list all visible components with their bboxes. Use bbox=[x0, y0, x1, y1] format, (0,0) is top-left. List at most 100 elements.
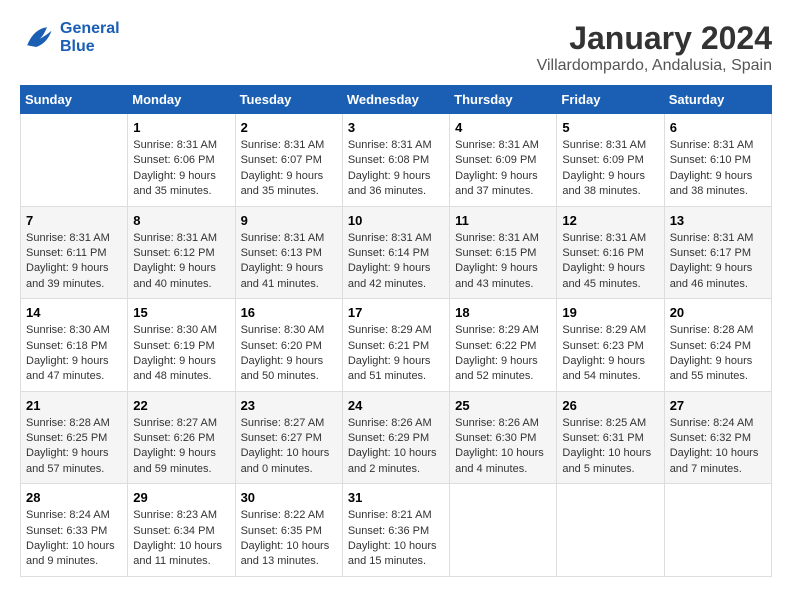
day-number: 4 bbox=[455, 120, 551, 135]
day-number: 2 bbox=[241, 120, 337, 135]
calendar-cell: 26 Sunrise: 8:25 AMSunset: 6:31 PMDaylig… bbox=[557, 391, 664, 484]
day-info: Sunrise: 8:30 AMSunset: 6:19 PMDaylight:… bbox=[133, 323, 229, 385]
day-info: Sunrise: 8:31 AMSunset: 6:14 PMDaylight:… bbox=[348, 231, 444, 293]
calendar-week-row: 7 Sunrise: 8:31 AMSunset: 6:11 PMDayligh… bbox=[21, 206, 772, 299]
weekday-header: Friday bbox=[557, 86, 664, 114]
calendar-cell: 30 Sunrise: 8:22 AMSunset: 6:35 PMDaylig… bbox=[235, 484, 342, 577]
day-number: 7 bbox=[26, 213, 122, 228]
calendar-week-row: 28 Sunrise: 8:24 AMSunset: 6:33 PMDaylig… bbox=[21, 484, 772, 577]
day-info: Sunrise: 8:31 AMSunset: 6:13 PMDaylight:… bbox=[241, 231, 337, 293]
day-info: Sunrise: 8:27 AMSunset: 6:26 PMDaylight:… bbox=[133, 416, 229, 478]
weekday-header: Tuesday bbox=[235, 86, 342, 114]
weekday-header: Monday bbox=[128, 86, 235, 114]
day-info: Sunrise: 8:29 AMSunset: 6:23 PMDaylight:… bbox=[562, 323, 658, 385]
day-number: 11 bbox=[455, 213, 551, 228]
day-number: 26 bbox=[562, 398, 658, 413]
calendar-cell: 5 Sunrise: 8:31 AMSunset: 6:09 PMDayligh… bbox=[557, 114, 664, 207]
calendar-week-row: 14 Sunrise: 8:30 AMSunset: 6:18 PMDaylig… bbox=[21, 299, 772, 392]
calendar-cell: 24 Sunrise: 8:26 AMSunset: 6:29 PMDaylig… bbox=[342, 391, 449, 484]
logo: General Blue bbox=[20, 20, 120, 56]
weekday-header-row: SundayMondayTuesdayWednesdayThursdayFrid… bbox=[21, 86, 772, 114]
calendar-cell bbox=[21, 114, 128, 207]
day-info: Sunrise: 8:31 AMSunset: 6:12 PMDaylight:… bbox=[133, 231, 229, 293]
calendar-cell: 6 Sunrise: 8:31 AMSunset: 6:10 PMDayligh… bbox=[664, 114, 771, 207]
day-info: Sunrise: 8:31 AMSunset: 6:09 PMDaylight:… bbox=[455, 138, 551, 200]
day-info: Sunrise: 8:31 AMSunset: 6:08 PMDaylight:… bbox=[348, 138, 444, 200]
calendar-cell: 21 Sunrise: 8:28 AMSunset: 6:25 PMDaylig… bbox=[21, 391, 128, 484]
day-number: 12 bbox=[562, 213, 658, 228]
page-header: General Blue January 2024 Villardompardo… bbox=[20, 20, 772, 75]
calendar-cell: 31 Sunrise: 8:21 AMSunset: 6:36 PMDaylig… bbox=[342, 484, 449, 577]
calendar-cell: 25 Sunrise: 8:26 AMSunset: 6:30 PMDaylig… bbox=[450, 391, 557, 484]
day-number: 17 bbox=[348, 305, 444, 320]
day-info: Sunrise: 8:26 AMSunset: 6:29 PMDaylight:… bbox=[348, 416, 444, 478]
day-number: 29 bbox=[133, 490, 229, 505]
day-number: 16 bbox=[241, 305, 337, 320]
day-info: Sunrise: 8:22 AMSunset: 6:35 PMDaylight:… bbox=[241, 508, 337, 570]
day-info: Sunrise: 8:31 AMSunset: 6:06 PMDaylight:… bbox=[133, 138, 229, 200]
calendar-cell: 1 Sunrise: 8:31 AMSunset: 6:06 PMDayligh… bbox=[128, 114, 235, 207]
day-number: 14 bbox=[26, 305, 122, 320]
day-number: 15 bbox=[133, 305, 229, 320]
day-info: Sunrise: 8:29 AMSunset: 6:21 PMDaylight:… bbox=[348, 323, 444, 385]
day-number: 1 bbox=[133, 120, 229, 135]
day-number: 27 bbox=[670, 398, 766, 413]
calendar-cell: 2 Sunrise: 8:31 AMSunset: 6:07 PMDayligh… bbox=[235, 114, 342, 207]
title-block: January 2024 Villardompardo, Andalusia, … bbox=[537, 20, 772, 75]
day-info: Sunrise: 8:31 AMSunset: 6:16 PMDaylight:… bbox=[562, 231, 658, 293]
calendar-cell: 16 Sunrise: 8:30 AMSunset: 6:20 PMDaylig… bbox=[235, 299, 342, 392]
day-info: Sunrise: 8:28 AMSunset: 6:24 PMDaylight:… bbox=[670, 323, 766, 385]
day-number: 23 bbox=[241, 398, 337, 413]
weekday-header: Wednesday bbox=[342, 86, 449, 114]
day-info: Sunrise: 8:30 AMSunset: 6:20 PMDaylight:… bbox=[241, 323, 337, 385]
calendar-cell: 14 Sunrise: 8:30 AMSunset: 6:18 PMDaylig… bbox=[21, 299, 128, 392]
day-info: Sunrise: 8:23 AMSunset: 6:34 PMDaylight:… bbox=[133, 508, 229, 570]
calendar-cell: 20 Sunrise: 8:28 AMSunset: 6:24 PMDaylig… bbox=[664, 299, 771, 392]
location-title: Villardompardo, Andalusia, Spain bbox=[537, 57, 772, 75]
calendar-cell: 27 Sunrise: 8:24 AMSunset: 6:32 PMDaylig… bbox=[664, 391, 771, 484]
day-info: Sunrise: 8:31 AMSunset: 6:11 PMDaylight:… bbox=[26, 231, 122, 293]
weekday-header: Sunday bbox=[21, 86, 128, 114]
day-number: 28 bbox=[26, 490, 122, 505]
calendar-cell: 19 Sunrise: 8:29 AMSunset: 6:23 PMDaylig… bbox=[557, 299, 664, 392]
calendar-cell bbox=[557, 484, 664, 577]
day-info: Sunrise: 8:24 AMSunset: 6:32 PMDaylight:… bbox=[670, 416, 766, 478]
day-info: Sunrise: 8:29 AMSunset: 6:22 PMDaylight:… bbox=[455, 323, 551, 385]
calendar-cell bbox=[664, 484, 771, 577]
day-info: Sunrise: 8:31 AMSunset: 6:07 PMDaylight:… bbox=[241, 138, 337, 200]
calendar-cell: 15 Sunrise: 8:30 AMSunset: 6:19 PMDaylig… bbox=[128, 299, 235, 392]
day-number: 20 bbox=[670, 305, 766, 320]
calendar-cell: 9 Sunrise: 8:31 AMSunset: 6:13 PMDayligh… bbox=[235, 206, 342, 299]
day-number: 31 bbox=[348, 490, 444, 505]
logo-text: General Blue bbox=[60, 20, 120, 56]
calendar-cell: 12 Sunrise: 8:31 AMSunset: 6:16 PMDaylig… bbox=[557, 206, 664, 299]
day-number: 8 bbox=[133, 213, 229, 228]
calendar-cell bbox=[450, 484, 557, 577]
day-number: 25 bbox=[455, 398, 551, 413]
calendar-cell: 11 Sunrise: 8:31 AMSunset: 6:15 PMDaylig… bbox=[450, 206, 557, 299]
day-info: Sunrise: 8:31 AMSunset: 6:09 PMDaylight:… bbox=[562, 138, 658, 200]
day-info: Sunrise: 8:27 AMSunset: 6:27 PMDaylight:… bbox=[241, 416, 337, 478]
day-number: 19 bbox=[562, 305, 658, 320]
calendar-table: SundayMondayTuesdayWednesdayThursdayFrid… bbox=[20, 85, 772, 577]
calendar-cell: 29 Sunrise: 8:23 AMSunset: 6:34 PMDaylig… bbox=[128, 484, 235, 577]
weekday-header: Thursday bbox=[450, 86, 557, 114]
calendar-cell: 13 Sunrise: 8:31 AMSunset: 6:17 PMDaylig… bbox=[664, 206, 771, 299]
day-number: 13 bbox=[670, 213, 766, 228]
day-info: Sunrise: 8:31 AMSunset: 6:17 PMDaylight:… bbox=[670, 231, 766, 293]
day-number: 10 bbox=[348, 213, 444, 228]
calendar-cell: 28 Sunrise: 8:24 AMSunset: 6:33 PMDaylig… bbox=[21, 484, 128, 577]
weekday-header: Saturday bbox=[664, 86, 771, 114]
day-info: Sunrise: 8:25 AMSunset: 6:31 PMDaylight:… bbox=[562, 416, 658, 478]
day-number: 24 bbox=[348, 398, 444, 413]
day-info: Sunrise: 8:21 AMSunset: 6:36 PMDaylight:… bbox=[348, 508, 444, 570]
calendar-cell: 3 Sunrise: 8:31 AMSunset: 6:08 PMDayligh… bbox=[342, 114, 449, 207]
calendar-cell: 7 Sunrise: 8:31 AMSunset: 6:11 PMDayligh… bbox=[21, 206, 128, 299]
day-number: 18 bbox=[455, 305, 551, 320]
day-number: 22 bbox=[133, 398, 229, 413]
calendar-cell: 8 Sunrise: 8:31 AMSunset: 6:12 PMDayligh… bbox=[128, 206, 235, 299]
day-info: Sunrise: 8:26 AMSunset: 6:30 PMDaylight:… bbox=[455, 416, 551, 478]
month-title: January 2024 bbox=[537, 20, 772, 57]
day-number: 30 bbox=[241, 490, 337, 505]
day-info: Sunrise: 8:31 AMSunset: 6:15 PMDaylight:… bbox=[455, 231, 551, 293]
